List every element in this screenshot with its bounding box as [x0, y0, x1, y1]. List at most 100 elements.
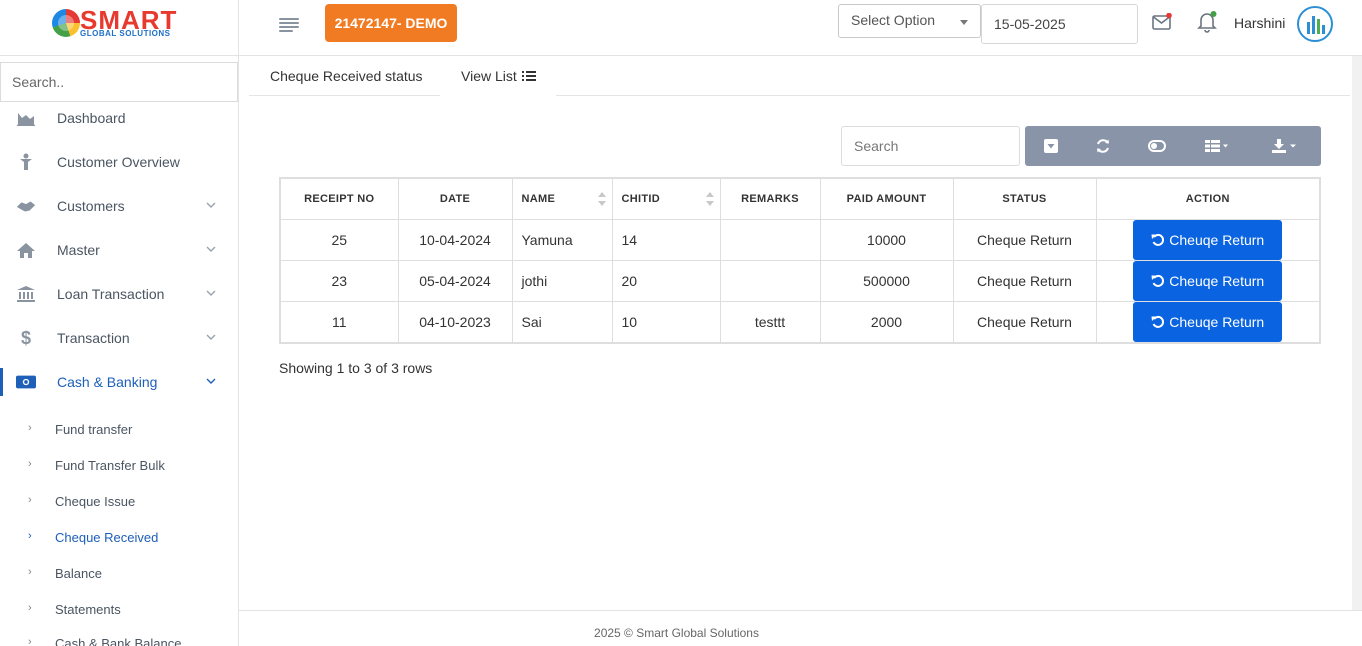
- chevron-right-icon: ›: [28, 458, 32, 470]
- column-header-action[interactable]: ACTION: [1095, 177, 1321, 220]
- cell-chitid: 14: [611, 218, 721, 261]
- bank-icon: [16, 284, 36, 304]
- brand-logo[interactable]: SMART GLOBAL SOLUTIONS: [0, 0, 238, 56]
- cell-date: 05-04-2024: [397, 259, 513, 302]
- option-select[interactable]: Select Option: [838, 4, 981, 38]
- chevron-down-icon: [206, 290, 216, 296]
- chevron-right-icon: ›: [28, 494, 32, 506]
- column-header-remarks[interactable]: REMARKS: [719, 177, 821, 220]
- columns-grid-icon: [1205, 140, 1228, 152]
- column-header-receipt-no[interactable]: RECEIPT NO: [279, 177, 399, 220]
- button-label: Cheuqe Return: [1169, 272, 1265, 289]
- sidebar-subitem-label: Cheque Issue: [55, 494, 136, 509]
- button-label: Cheuqe Return: [1169, 231, 1265, 248]
- caret-square-down-icon: [1044, 139, 1058, 153]
- sidebar-item-master[interactable]: Master: [0, 228, 238, 272]
- sidebar-item-label: Transaction: [57, 330, 130, 346]
- sidebar-subitem-fund-transfer-bulk[interactable]: › Fund Transfer Bulk: [0, 448, 238, 484]
- option-select-value: Select Option: [851, 12, 936, 28]
- chevron-right-icon: ›: [28, 602, 32, 614]
- tab-view-list[interactable]: View List: [440, 56, 556, 96]
- refresh-button[interactable]: [1077, 126, 1129, 166]
- sidebar-subitem-label: Cheque Received: [55, 530, 159, 545]
- undo-icon: [1151, 274, 1165, 287]
- sidebar-subitem-label: Statements: [55, 602, 121, 617]
- date-field[interactable]: 15-05-2025: [981, 4, 1138, 44]
- sidebar-item-label: Customer Overview: [57, 154, 180, 170]
- column-header-name[interactable]: NAME: [511, 177, 613, 220]
- tab-label: View List: [461, 67, 517, 84]
- dollar-icon: $: [20, 327, 31, 348]
- sidebar-subitem-label: Balance: [55, 566, 102, 581]
- sidebar-item-customer-overview[interactable]: Customer Overview: [0, 140, 238, 184]
- toggle-view-button[interactable]: [1129, 126, 1185, 166]
- chevron-right-icon: ›: [28, 530, 32, 542]
- cell-name: Sai: [511, 300, 613, 343]
- sidebar-item-dashboard[interactable]: Dashboard: [0, 96, 238, 140]
- toggle-icon: [1148, 140, 1166, 152]
- sidebar-subitem-cheque-received[interactable]: › Cheque Received: [0, 520, 238, 556]
- column-header-date[interactable]: DATE: [397, 177, 513, 220]
- sidebar-subitem-cheque-issue[interactable]: › Cheque Issue: [0, 484, 238, 520]
- table-row: 11 04-10-2023 Sai 10 testtt 2000 Cheque …: [279, 300, 1321, 343]
- sidebar-item-label: Master: [57, 242, 100, 258]
- tab-cheque-received-status[interactable]: Cheque Received status: [270, 56, 423, 96]
- cell-remarks: [719, 218, 821, 261]
- column-header-status[interactable]: STATUS: [952, 177, 1097, 220]
- sidebar-item-loan-transaction[interactable]: Loan Transaction: [0, 272, 238, 316]
- button-label: Cheuqe Return: [1169, 313, 1265, 330]
- handshake-icon: [16, 196, 36, 216]
- company-button[interactable]: 21472147- DEMO: [325, 4, 457, 42]
- undo-icon: [1151, 233, 1165, 246]
- sidebar-subitem-balance[interactable]: › Balance: [0, 556, 238, 592]
- table-row: 25 10-04-2024 Yamuna 14 10000 Cheque Ret…: [279, 218, 1321, 261]
- brand-tagline: GLOBAL SOLUTIONS: [80, 29, 171, 38]
- bell-icon[interactable]: [1197, 11, 1217, 33]
- column-header-chitid[interactable]: CHITID: [611, 177, 721, 220]
- cell-receipt-no: 23: [279, 259, 399, 302]
- person-icon: [16, 152, 36, 172]
- cell-action: Cheuqe Return: [1095, 259, 1321, 302]
- sidebar-subitem-label: Cash & Bank Balance: [55, 636, 182, 646]
- footer-text: 2025 © Smart Global Solutions: [594, 626, 759, 640]
- cheque-received-table: RECEIPT NO DATE NAME CHITID REMARKS PAID…: [279, 177, 1321, 344]
- list-icon: [521, 70, 536, 81]
- sidebar-item-customers[interactable]: Customers: [0, 184, 238, 228]
- home-icon: [16, 240, 36, 260]
- export-button[interactable]: [1249, 126, 1321, 166]
- toggle-pagination-button[interactable]: [1025, 126, 1077, 166]
- column-header-label: NAME: [521, 192, 556, 205]
- sidebar-subitem-cash-bank-balance[interactable]: › Cash & Bank Balance: [0, 626, 238, 646]
- table-search-input[interactable]: [841, 126, 1020, 166]
- mail-icon[interactable]: [1152, 13, 1172, 31]
- chevron-down-icon: [206, 378, 216, 384]
- sidebar-subitem-statements[interactable]: › Statements: [0, 592, 238, 628]
- cell-paid-amount: 10000: [819, 218, 954, 261]
- sidebar-subitem-label: Fund Transfer Bulk: [55, 458, 165, 473]
- cheque-return-button[interactable]: Cheuqe Return: [1133, 301, 1283, 342]
- menu-toggle-icon[interactable]: [279, 18, 299, 32]
- cheque-return-button[interactable]: Cheuqe Return: [1133, 219, 1283, 260]
- sidebar-subitem-label: Fund transfer: [55, 422, 133, 437]
- table-row: 23 05-04-2024 jothi 20 500000 Cheque Ret…: [279, 259, 1321, 302]
- cheque-return-button[interactable]: Cheuqe Return: [1133, 260, 1283, 301]
- page-scrollbar[interactable]: [1352, 56, 1362, 610]
- sidebar-subitem-fund-transfer[interactable]: › Fund transfer: [0, 412, 238, 448]
- column-header-paid-amount[interactable]: PAID AMOUNT: [819, 177, 954, 220]
- sidebar-item-label: Dashboard: [57, 110, 126, 126]
- columns-button[interactable]: [1185, 126, 1249, 166]
- chevron-down-icon: [206, 202, 216, 208]
- sidebar-item-label: Loan Transaction: [57, 286, 165, 302]
- table-header-row: RECEIPT NO DATE NAME CHITID REMARKS PAID…: [279, 177, 1321, 220]
- cell-paid-amount: 2000: [819, 300, 954, 343]
- user-name[interactable]: Harshini: [1234, 15, 1285, 31]
- sidebar-item-transaction[interactable]: $ Transaction: [0, 316, 238, 360]
- undo-icon: [1151, 315, 1165, 328]
- cell-date: 10-04-2024: [397, 218, 513, 261]
- sidebar-item-cash-banking[interactable]: Cash & Banking: [0, 360, 238, 404]
- cell-name: jothi: [511, 259, 613, 302]
- money-icon: [16, 372, 36, 392]
- table-toolbar: [1025, 126, 1321, 166]
- avatar[interactable]: [1297, 6, 1333, 42]
- chevron-right-icon: ›: [28, 636, 32, 646]
